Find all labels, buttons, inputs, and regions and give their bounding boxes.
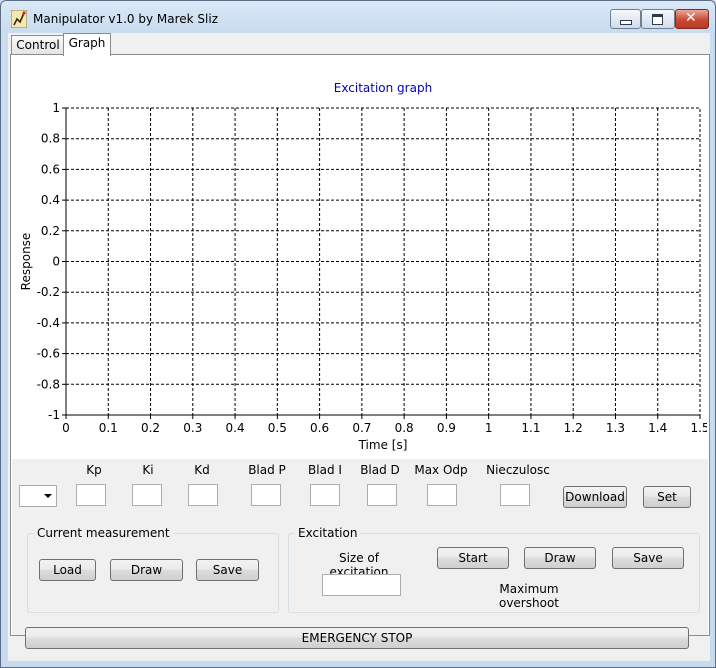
maximize-icon (652, 14, 663, 25)
x-tick-label: 0.6 (310, 421, 329, 435)
start-button[interactable]: Start (437, 547, 509, 569)
x-tick-label: 0.2 (141, 421, 160, 435)
x-tick-label: 0.5 (268, 421, 287, 435)
excitation-title: Excitation (295, 526, 361, 540)
kp-label: Kp (86, 463, 102, 477)
maximum-overshoot-label: Maximum overshoot (498, 582, 559, 610)
nieczulosc-input[interactable] (500, 484, 530, 506)
y-tick-label: 0.6 (41, 162, 60, 176)
maximize-button[interactable] (641, 9, 675, 29)
load-button[interactable]: Load (39, 559, 96, 581)
emergency-stop-button[interactable]: EMERGENCY STOP (25, 627, 689, 649)
current-measurement-group: Current measurement Load Draw Save (27, 526, 279, 613)
x-tick-label: 0 (62, 421, 70, 435)
y-tick-label: 0.2 (41, 224, 60, 238)
blad-i-input[interactable] (310, 484, 340, 506)
y-tick-label: 0.8 (41, 132, 60, 146)
minimize-button[interactable] (610, 9, 641, 29)
x-tick-label: 0.8 (395, 421, 414, 435)
set-button[interactable]: Set (643, 486, 691, 508)
client-area: Control Graph Excitation graph 0 0.1 0.2 0.3… (8, 33, 710, 661)
ki-label: Ki (142, 463, 154, 477)
download-button[interactable]: Download (563, 486, 627, 508)
blad-i-label: Blad I (308, 463, 342, 477)
y-tick-label: -0.2 (37, 285, 60, 299)
y-tick-label: -0.4 (37, 316, 60, 330)
app-icon (11, 10, 27, 28)
x-tick-label: 1.2 (564, 421, 583, 435)
measurement-draw-button[interactable]: Draw (110, 559, 183, 581)
max-odp-input[interactable] (427, 484, 457, 506)
x-tick-label: 1.3 (606, 421, 625, 435)
nieczulosc-label: Nieczulosc (486, 463, 550, 477)
tab-graph[interactable]: Graph (63, 33, 111, 56)
y-tick-label: 0 (52, 255, 60, 269)
max-odp-label: Max Odp (414, 463, 468, 477)
measurement-save-button[interactable]: Save (196, 559, 259, 581)
x-tick-label: 1.4 (648, 421, 667, 435)
ki-input[interactable] (132, 484, 162, 506)
y-tick-label: -1 (48, 408, 60, 422)
excitation-group: Excitation Size of excitation Start Draw… (288, 526, 700, 613)
y-tick-label: -0.8 (37, 377, 60, 391)
x-tick-label: 1.5 (690, 421, 707, 435)
y-tick-label: 1 (52, 101, 60, 115)
close-button[interactable]: ✕ (675, 9, 709, 29)
current-measurement-title: Current measurement (34, 526, 173, 540)
x-tick-label: 0.4 (226, 421, 245, 435)
close-icon: ✕ (685, 10, 697, 26)
main-window: Manipulator v1.0 by Marek Sliz ✕ Control… (0, 0, 716, 668)
kd-input[interactable] (188, 484, 218, 506)
blad-d-input[interactable] (367, 484, 397, 506)
x-tick-label: 0.1 (99, 421, 118, 435)
excitation-save-button[interactable]: Save (612, 547, 684, 569)
excitation-draw-button[interactable]: Draw (524, 547, 596, 569)
window-title: Manipulator v1.0 by Marek Sliz (33, 12, 218, 26)
y-tick-label: -0.6 (37, 347, 60, 361)
blad-p-input[interactable] (251, 484, 281, 506)
blad-d-label: Blad D (360, 463, 400, 477)
graph-tab-panel: Excitation graph 0 0.1 0.2 0.3 0.4 0.5 0.6 0.7 0.… (10, 54, 710, 636)
x-tick-label: 1 (485, 421, 493, 435)
x-axis-label: Time [s] (358, 438, 408, 452)
y-tick-label: 0.4 (41, 193, 60, 207)
y-axis-label: Response (19, 233, 33, 291)
x-tick-label: 0.9 (437, 421, 456, 435)
x-tick-label: 1.1 (521, 421, 540, 435)
kp-input[interactable] (76, 484, 106, 506)
x-tick-label: 0.3 (183, 421, 202, 435)
blad-p-label: Blad P (248, 463, 286, 477)
excitation-chart: Excitation graph 0 0.1 0.2 0.3 0.4 0.5 0.6 0.7 0.… (14, 58, 710, 458)
chart-svg: Excitation graph 0 0.1 0.2 0.3 0.4 0.5 0.6 0.7 0.… (19, 81, 710, 452)
size-of-excitation-input[interactable] (322, 574, 401, 596)
minimize-icon (620, 20, 632, 25)
chevron-down-icon (44, 494, 52, 498)
tab-control[interactable]: Control (11, 35, 65, 55)
kd-label: Kd (194, 463, 210, 477)
x-tick-label: 0.7 (352, 421, 371, 435)
parameter-select[interactable] (19, 485, 57, 507)
title-bar[interactable]: Manipulator v1.0 by Marek Sliz ✕ (1, 1, 715, 35)
controls-area: Kp Ki Kd Blad P Blad I Blad D Max Odp Ni… (12, 459, 708, 635)
chart-title: Excitation graph (334, 81, 432, 95)
